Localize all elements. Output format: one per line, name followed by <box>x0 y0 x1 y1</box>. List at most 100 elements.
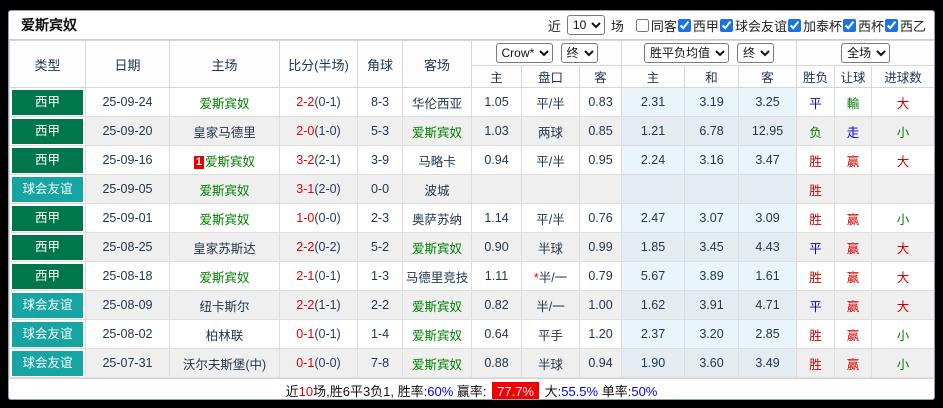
cell-score: 1-0(0-0) <box>280 204 358 233</box>
cell-handicap: 平/半 <box>522 88 580 117</box>
cell-odds-away: 0.83 <box>580 88 622 117</box>
bookmaker-select[interactable]: Crow* <box>496 43 553 63</box>
win-rate-badge: 77.7% <box>492 382 539 400</box>
table-row: 西甲 25-09-20 皇家马德里 2-0(1-0) 5-3 爱斯宾奴 1.03… <box>10 117 935 146</box>
cell-date: 25-08-02 <box>86 320 170 349</box>
cell-goals: 大 <box>872 291 935 320</box>
cell-away-team[interactable]: 马德里竞技 <box>403 262 472 291</box>
filter-label: 西甲 <box>693 16 719 35</box>
cell-home-team[interactable]: 皇家苏斯达 <box>170 233 280 262</box>
cell-corner: 1-4 <box>358 320 403 349</box>
avg-group-header: 胜平负均值 终 <box>622 41 797 66</box>
filter-checkbox-5[interactable]: 西乙 <box>884 16 926 35</box>
cell-avg-away: 2.85 <box>739 320 797 349</box>
cell-avg-away <box>739 175 797 204</box>
checkbox-icon[interactable] <box>885 19 898 32</box>
cell-date: 25-09-24 <box>86 88 170 117</box>
cell-handicap: 平手 <box>522 320 580 349</box>
cell-avg-draw: 3.89 <box>685 262 739 291</box>
cell-corner: 7-8 <box>358 349 403 378</box>
summary-footer: 近10场,胜6平3负1, 胜率:60% 赢率: 77.7% 大:55.5% 单率… <box>9 378 934 400</box>
col-header-handicap-result: 让球 <box>835 66 872 88</box>
cell-avg-home: 1.90 <box>622 349 685 378</box>
cell-away-team[interactable]: 华伦西亚 <box>403 88 472 117</box>
cell-goals <box>872 175 935 204</box>
matches-label: 场 <box>611 16 624 35</box>
cell-odds-away: 0.99 <box>580 233 622 262</box>
cell-corner: 5-3 <box>358 117 403 146</box>
cell-odds-away: 1.00 <box>580 291 622 320</box>
cell-avg-away: 4.71 <box>739 291 797 320</box>
period-select[interactable]: 全场 <box>841 43 890 63</box>
filter-checkbox-3[interactable]: 加泰杯 <box>787 16 842 35</box>
cell-home-team[interactable]: 爱斯宾奴 <box>170 262 280 291</box>
col-header-type: 类型 <box>10 41 86 88</box>
cell-home-team[interactable]: 柏林联 <box>170 320 280 349</box>
checkbox-icon[interactable] <box>678 19 691 32</box>
cell-home-team[interactable]: 沃尔夫斯堡(中) <box>170 349 280 378</box>
checkbox-icon[interactable] <box>720 19 733 32</box>
cell-goals: 大 <box>872 146 935 175</box>
cell-away-team[interactable]: 爱斯宾奴 <box>403 320 472 349</box>
cell-score: 3-1(2-0) <box>280 175 358 204</box>
cell-odds-home: 1.11 <box>472 262 522 291</box>
cell-handicap-result: 赢 <box>835 204 872 233</box>
red-card-badge: 1 <box>194 156 204 169</box>
cell-home-team[interactable]: 爱斯宾奴 <box>170 204 280 233</box>
match-history-table: 类型 日期 主场 比分(半场) 角球 客场 Crow* 终 胜平负均值 终 <box>9 40 935 378</box>
cell-corner: 8-3 <box>358 88 403 117</box>
recent-count-select[interactable]: 10 <box>567 15 605 35</box>
cell-handicap: *半/一 <box>522 262 580 291</box>
cell-home-team[interactable]: 皇家马德里 <box>170 117 280 146</box>
cell-corner: 5-2 <box>358 233 403 262</box>
cell-handicap-result: 赢 <box>835 349 872 378</box>
filter-checkbox-0[interactable]: 同客 <box>635 16 677 35</box>
filter-checkbox-2[interactable]: 球会友谊 <box>719 16 787 35</box>
checkbox-icon[interactable] <box>636 19 649 32</box>
league-tag: 球会友谊 <box>12 177 83 202</box>
handicap-time-select[interactable]: 终 <box>561 43 598 63</box>
summary-text: 大: <box>541 384 561 399</box>
cell-odds-home: 1.14 <box>472 204 522 233</box>
table-row: 球会友谊 25-07-31 沃尔夫斯堡(中) 0-1(0-0) 7-8 爱斯宾奴… <box>10 349 935 378</box>
cell-home-team[interactable]: 爱斯宾奴 <box>170 175 280 204</box>
cell-handicap-result <box>835 175 872 204</box>
handicap-group-header: Crow* 终 <box>472 41 622 66</box>
cell-league-type: 西甲 <box>10 88 86 117</box>
cell-away-team[interactable]: 马略卡 <box>403 146 472 175</box>
checkbox-icon[interactable] <box>788 19 801 32</box>
cell-score: 2-1(0-1) <box>280 262 358 291</box>
cell-home-team[interactable]: 爱斯宾奴 <box>170 88 280 117</box>
filter-checkbox-4[interactable]: 西杯 <box>842 16 884 35</box>
cell-avg-home: 2.47 <box>622 204 685 233</box>
league-tag: 球会友谊 <box>12 351 83 376</box>
checkbox-icon[interactable] <box>843 19 856 32</box>
cell-home-team[interactable]: 纽卡斯尔 <box>170 291 280 320</box>
col-header-corner: 角球 <box>358 41 403 88</box>
filter-checkbox-1[interactable]: 西甲 <box>677 16 719 35</box>
cell-away-team[interactable]: 爱斯宾奴 <box>403 349 472 378</box>
cell-away-team[interactable]: 爱斯宾奴 <box>403 233 472 262</box>
col-header-home: 主场 <box>170 41 280 88</box>
cell-goals: 大 <box>872 262 935 291</box>
cell-odds-home: 0.94 <box>472 146 522 175</box>
cell-avg-draw: 3.16 <box>685 146 739 175</box>
col-header-avg-away: 客 <box>739 66 797 88</box>
cell-away-team[interactable]: 波城 <box>403 175 472 204</box>
cell-away-team[interactable]: 爱斯宾奴 <box>403 291 472 320</box>
europe-time-select[interactable]: 终 <box>737 43 774 63</box>
cell-away-team[interactable]: 奥萨苏纳 <box>403 204 472 233</box>
cell-result: 负 <box>797 117 835 146</box>
cell-handicap-result: 赢 <box>835 262 872 291</box>
team-title: 爱斯宾奴 <box>21 15 77 35</box>
summary-text: 10 <box>299 384 313 399</box>
cell-odds-away: 0.94 <box>580 349 622 378</box>
cell-home-team[interactable]: 1爱斯宾奴 <box>170 146 280 175</box>
cell-away-team[interactable]: 爱斯宾奴 <box>403 117 472 146</box>
cell-corner: 0-0 <box>358 175 403 204</box>
cell-league-type: 球会友谊 <box>10 175 86 204</box>
league-tag: 西甲 <box>12 148 83 173</box>
summary-text: 赢率: <box>453 384 490 399</box>
avg-type-select[interactable]: 胜平负均值 <box>644 43 729 63</box>
cell-score: 2-2(0-2) <box>280 233 358 262</box>
